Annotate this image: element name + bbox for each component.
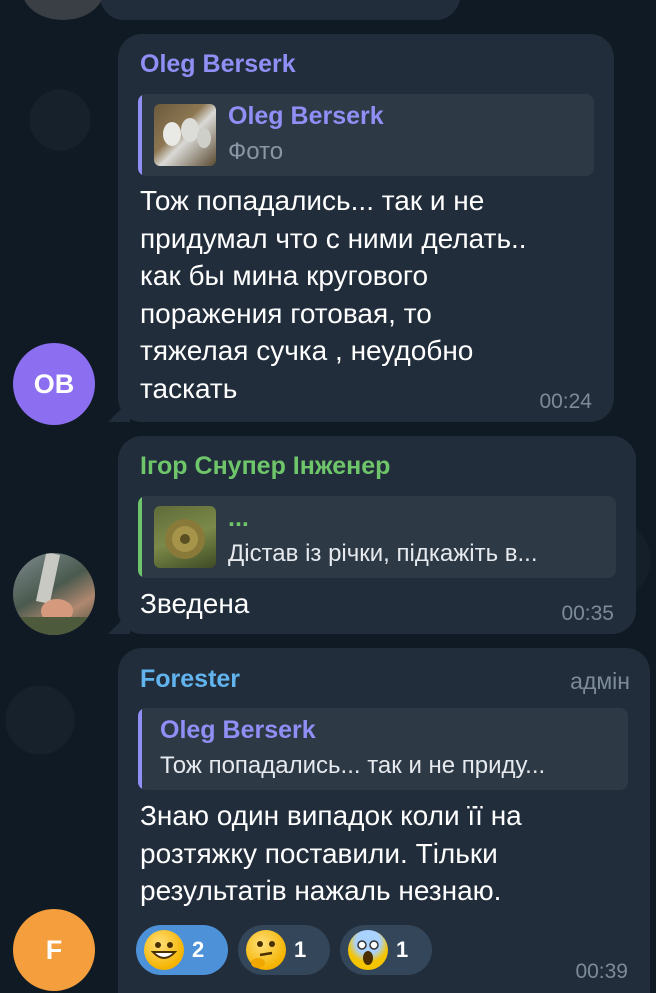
message-author[interactable]: Oleg Berserk bbox=[140, 50, 296, 79]
reply-author: ... bbox=[228, 504, 249, 532]
thinking-face-icon bbox=[246, 930, 286, 970]
photo-thumbnail bbox=[154, 506, 216, 568]
avatar[interactable] bbox=[13, 553, 95, 635]
reply-quote[interactable]: Oleg Berserk Фото bbox=[138, 94, 594, 176]
reply-quote[interactable]: Oleg Berserk Тож попадались... так и не … bbox=[138, 708, 628, 790]
reaction-count: 2 bbox=[192, 937, 205, 962]
reaction-count: 1 bbox=[396, 937, 409, 962]
message-text: Знаю один випадок коли її на розтяжку по… bbox=[140, 800, 522, 907]
message-time: 00:24 bbox=[539, 390, 592, 413]
message-time: 00:39 bbox=[575, 960, 628, 983]
reply-bar bbox=[138, 94, 142, 176]
photo-thumbnail bbox=[154, 104, 216, 166]
reply-text: Тож попадались... так и не приду... bbox=[160, 752, 546, 779]
avatar[interactable]: OB bbox=[13, 343, 95, 425]
message-text: Зведена bbox=[140, 588, 250, 619]
user-photo-icon bbox=[13, 553, 95, 635]
reply-bar bbox=[138, 708, 142, 790]
message-bubble[interactable]: Oleg Berserk Oleg Berserk Фото Тож попад… bbox=[108, 34, 614, 422]
previous-message-bubble bbox=[100, 0, 460, 20]
grinning-face-icon bbox=[144, 930, 184, 970]
message-author[interactable]: Ігор Снупер Інженер bbox=[140, 452, 390, 481]
message-time: 00:35 bbox=[561, 602, 614, 625]
avatar[interactable]: F bbox=[13, 909, 95, 991]
reply-text: Дістав із річки, підкажіть в... bbox=[228, 540, 538, 567]
message-bubble[interactable]: Ігор Снупер Інженер ... Дістав із річки,… bbox=[108, 436, 636, 634]
avatar-initials: OB bbox=[33, 368, 75, 399]
reaction-button[interactable]: 1 bbox=[238, 925, 330, 975]
avatar-initials: F bbox=[45, 934, 63, 965]
message-bubble[interactable]: Forester адмін Oleg Berserk Тож попадали… bbox=[118, 648, 650, 993]
screaming-face-icon bbox=[348, 930, 388, 970]
reply-quote[interactable]: ... Дістав із річки, підкажіть в... bbox=[138, 496, 616, 578]
mine-photo-icon bbox=[165, 519, 205, 559]
message-text: Тож попадались... так и не придумал что … bbox=[140, 185, 527, 404]
reaction-button[interactable]: 1 bbox=[340, 925, 432, 975]
message-author[interactable]: Forester bbox=[140, 665, 240, 694]
photo-icon bbox=[163, 118, 211, 148]
reply-author: Oleg Berserk bbox=[228, 102, 384, 130]
reply-bar bbox=[138, 496, 142, 578]
reply-author: Oleg Berserk bbox=[160, 716, 316, 744]
reaction-count: 1 bbox=[294, 937, 307, 962]
reaction-button[interactable]: 2 bbox=[136, 925, 228, 975]
admin-badge: адмін bbox=[570, 668, 630, 694]
reply-text: Фото bbox=[228, 138, 284, 165]
